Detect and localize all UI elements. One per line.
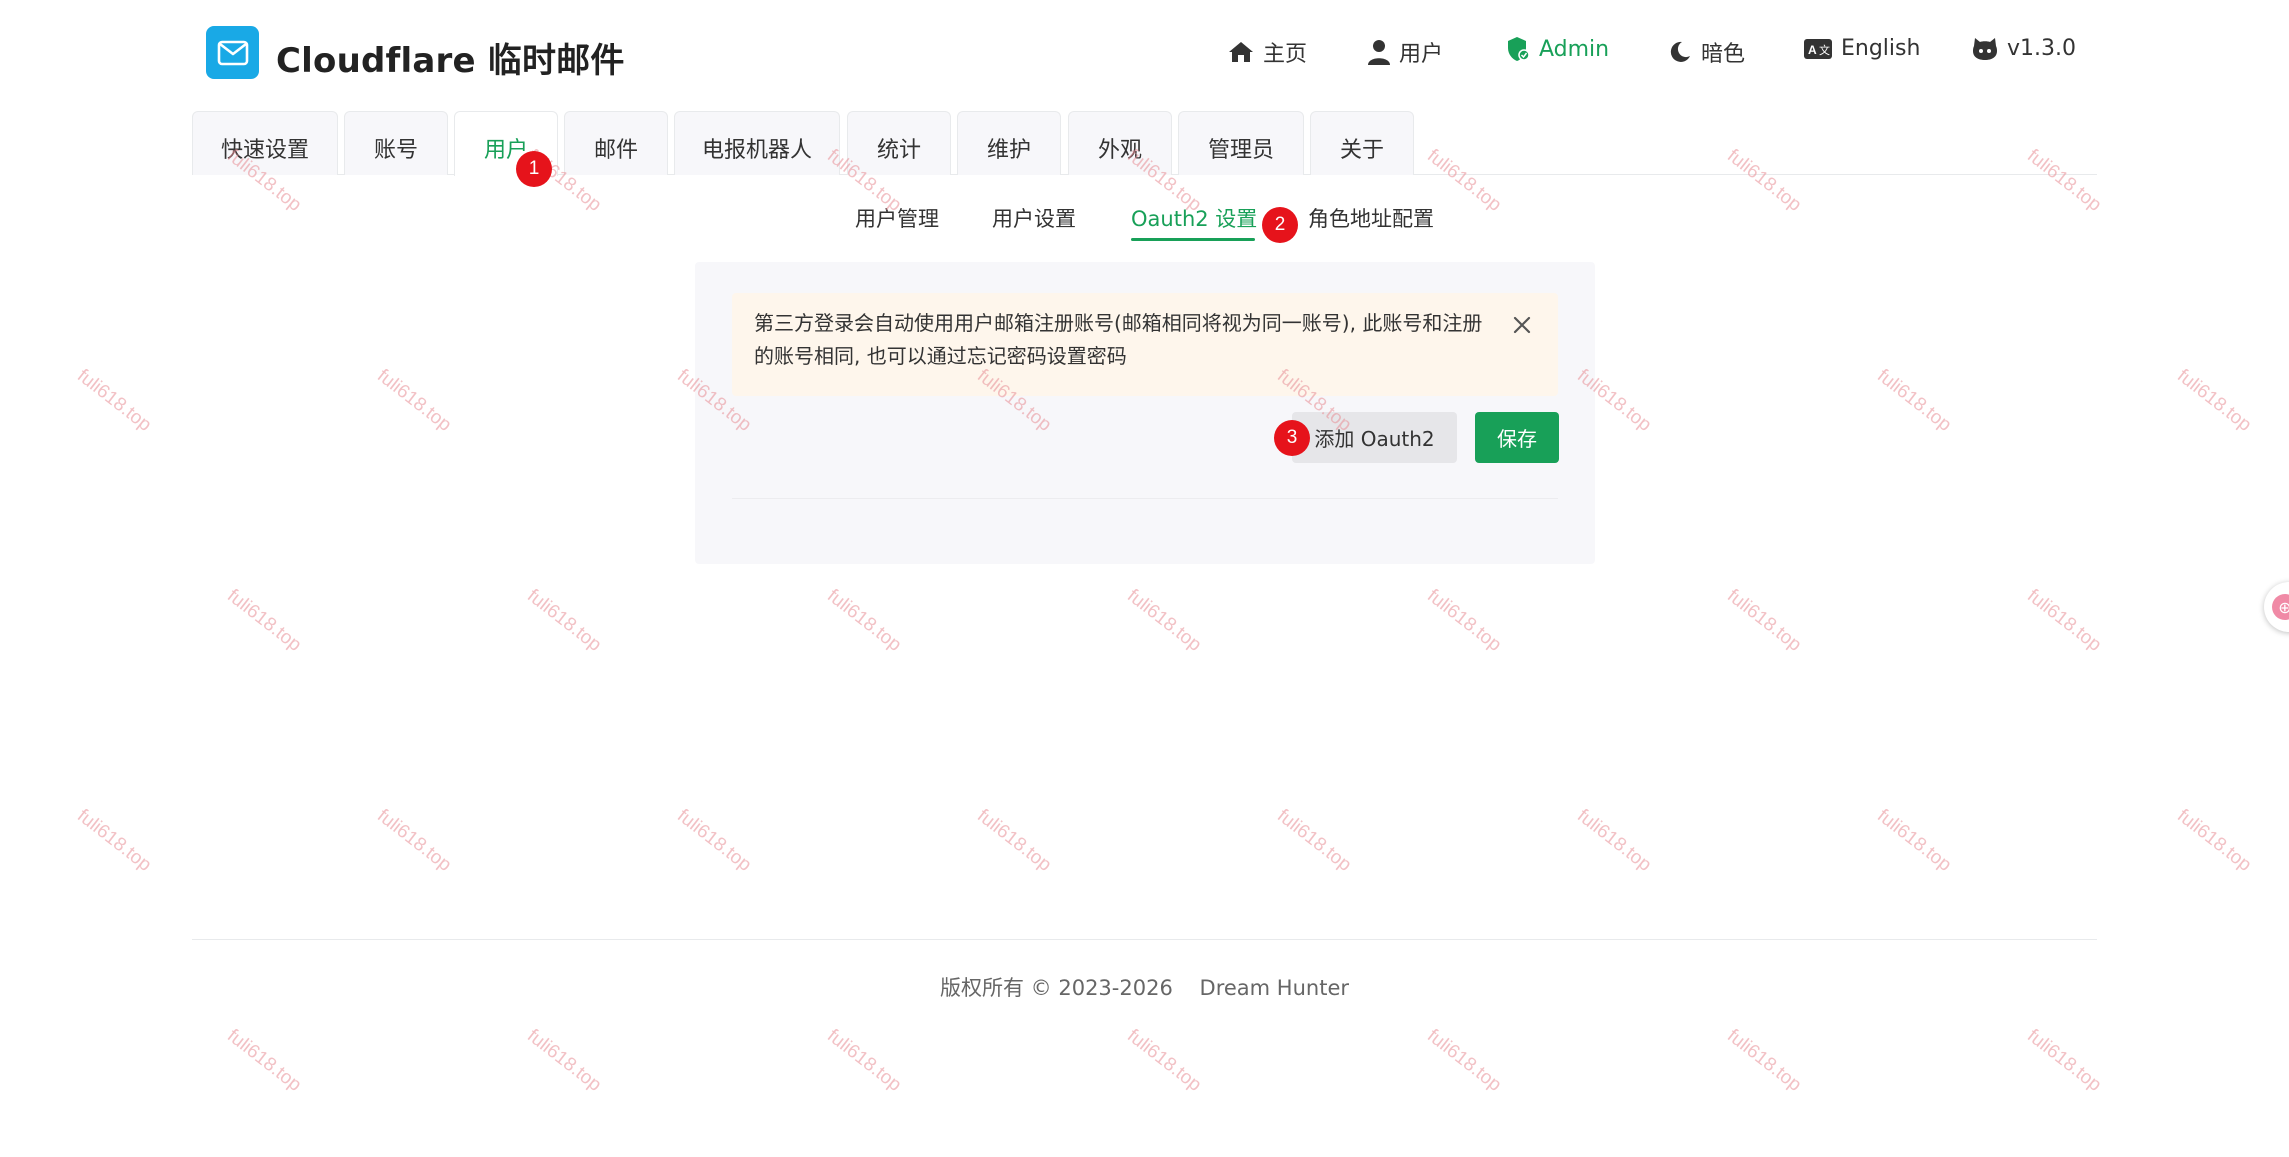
watermark-text: fuli618.top bbox=[223, 1025, 306, 1096]
admin-tab-bar: 快速设置 账号 用户 邮件 电报机器人 统计 维护 外观 管理员 关于 bbox=[192, 111, 2097, 176]
widget-icon: ⊕ bbox=[2272, 594, 2289, 620]
watermark-text: fuli618.top bbox=[1123, 585, 1206, 656]
tab-mail[interactable]: 邮件 bbox=[564, 111, 668, 175]
app-title: Cloudflare 临时邮件 bbox=[276, 41, 625, 81]
oauth2-settings-panel: 第三方登录会自动使用用户邮箱注册账号(邮箱相同将视为同一账号), 此账号和注册的… bbox=[695, 262, 1595, 564]
divider bbox=[732, 498, 1558, 499]
watermark-text: fuli618.top bbox=[823, 1025, 906, 1096]
tab-admins[interactable]: 管理员 bbox=[1178, 111, 1304, 175]
floating-widget[interactable]: ⊕ bbox=[2264, 582, 2289, 632]
user-icon bbox=[1368, 39, 1390, 65]
tab-account[interactable]: 账号 bbox=[344, 111, 448, 175]
step-badge-2: 2 bbox=[1262, 207, 1298, 243]
watermark-text: fuli618.top bbox=[2173, 365, 2256, 436]
subtab-active-indicator bbox=[1131, 238, 1255, 241]
watermark-text: fuli618.top bbox=[823, 585, 906, 656]
tab-appearance[interactable]: 外观 bbox=[1068, 111, 1172, 175]
tab-maintenance[interactable]: 维护 bbox=[957, 111, 1061, 175]
mail-logo-icon bbox=[206, 26, 259, 79]
watermark-text: fuli618.top bbox=[1723, 1025, 1806, 1096]
tab-about[interactable]: 关于 bbox=[1310, 111, 1414, 175]
nav-language[interactable]: A文 English bbox=[1804, 36, 1920, 61]
tab-telegram-bot[interactable]: 电报机器人 bbox=[674, 111, 840, 175]
watermark-text: fuli618.top bbox=[373, 805, 456, 876]
watermark-text: fuli618.top bbox=[973, 805, 1056, 876]
moon-icon bbox=[1668, 40, 1692, 64]
nav-user[interactable]: 用户 bbox=[1368, 36, 1443, 68]
save-button[interactable]: 保存 bbox=[1475, 412, 1559, 463]
translate-icon: A文 bbox=[1804, 38, 1832, 59]
add-oauth2-button[interactable]: 添加 Oauth2 bbox=[1292, 412, 1457, 463]
nav-home-label: 主页 bbox=[1263, 42, 1308, 67]
step-badge-1: 1 bbox=[516, 151, 552, 187]
watermark-text: fuli618.top bbox=[523, 585, 606, 656]
watermark-text: fuli618.top bbox=[1723, 585, 1806, 656]
watermark-text: fuli618.top bbox=[1873, 805, 1956, 876]
svg-text:A: A bbox=[1808, 43, 1817, 57]
nav-version-label: v1.3.0 bbox=[2007, 36, 2076, 61]
app-header: Cloudflare 临时邮件 主页 用户 Admin 暗色 A文 Englis… bbox=[0, 0, 2289, 110]
watermark-text: fuli618.top bbox=[73, 365, 156, 436]
footer-divider bbox=[192, 939, 2097, 940]
watermark-text: fuli618.top bbox=[373, 365, 456, 436]
subtab-role-address-config[interactable]: 角色地址配置 bbox=[1308, 203, 1434, 233]
footer-author[interactable]: Dream Hunter bbox=[1200, 976, 1349, 1000]
nav-home[interactable]: 主页 bbox=[1228, 36, 1307, 68]
github-icon bbox=[1972, 37, 1998, 61]
close-icon[interactable] bbox=[1510, 313, 1534, 337]
subtab-user-settings[interactable]: 用户设置 bbox=[992, 203, 1076, 233]
info-alert: 第三方登录会自动使用用户邮箱注册账号(邮箱相同将视为同一账号), 此账号和注册的… bbox=[732, 293, 1558, 396]
watermark-text: fuli618.top bbox=[1873, 365, 1956, 436]
watermark-text: fuli618.top bbox=[1573, 805, 1656, 876]
footer: 版权所有 © 2023-2026 Dream Hunter bbox=[0, 972, 2289, 1002]
svg-text:文: 文 bbox=[1819, 43, 1830, 57]
watermark-text: fuli618.top bbox=[223, 585, 306, 656]
watermark-text: fuli618.top bbox=[2173, 805, 2256, 876]
tab-statistics[interactable]: 统计 bbox=[847, 111, 951, 175]
step-badge-3: 3 bbox=[1274, 420, 1310, 456]
nav-dark-label: 暗色 bbox=[1701, 42, 1746, 67]
shield-icon bbox=[1506, 36, 1530, 62]
nav-admin-label: Admin bbox=[1539, 36, 1610, 62]
subtab-user-management[interactable]: 用户管理 bbox=[855, 203, 939, 233]
watermark-text: fuli618.top bbox=[673, 805, 756, 876]
watermark-text: fuli618.top bbox=[1273, 805, 1356, 876]
nav-admin[interactable]: Admin bbox=[1506, 36, 1609, 62]
tab-quick-setup[interactable]: 快速设置 bbox=[192, 111, 338, 175]
watermark-text: fuli618.top bbox=[1423, 1025, 1506, 1096]
subtab-oauth2-settings[interactable]: Oauth2 设置 bbox=[1131, 203, 1257, 233]
watermark-text: fuli618.top bbox=[1123, 1025, 1206, 1096]
alert-text: 第三方登录会自动使用用户邮箱注册账号(邮箱相同将视为同一账号), 此账号和注册的… bbox=[754, 311, 1483, 368]
footer-copyright: 版权所有 © 2023-2026 bbox=[940, 976, 1173, 1000]
nav-github-version[interactable]: v1.3.0 bbox=[1972, 36, 2076, 61]
watermark-text: fuli618.top bbox=[2023, 1025, 2106, 1096]
home-icon bbox=[1228, 40, 1254, 64]
watermark-text: fuli618.top bbox=[73, 805, 156, 876]
watermark-text: fuli618.top bbox=[2023, 585, 2106, 656]
nav-language-label: English bbox=[1841, 36, 1921, 61]
nav-dark-mode[interactable]: 暗色 bbox=[1668, 36, 1745, 68]
watermark-text: fuli618.top bbox=[1423, 585, 1506, 656]
watermark-text: fuli618.top bbox=[523, 1025, 606, 1096]
nav-user-label: 用户 bbox=[1399, 42, 1444, 67]
